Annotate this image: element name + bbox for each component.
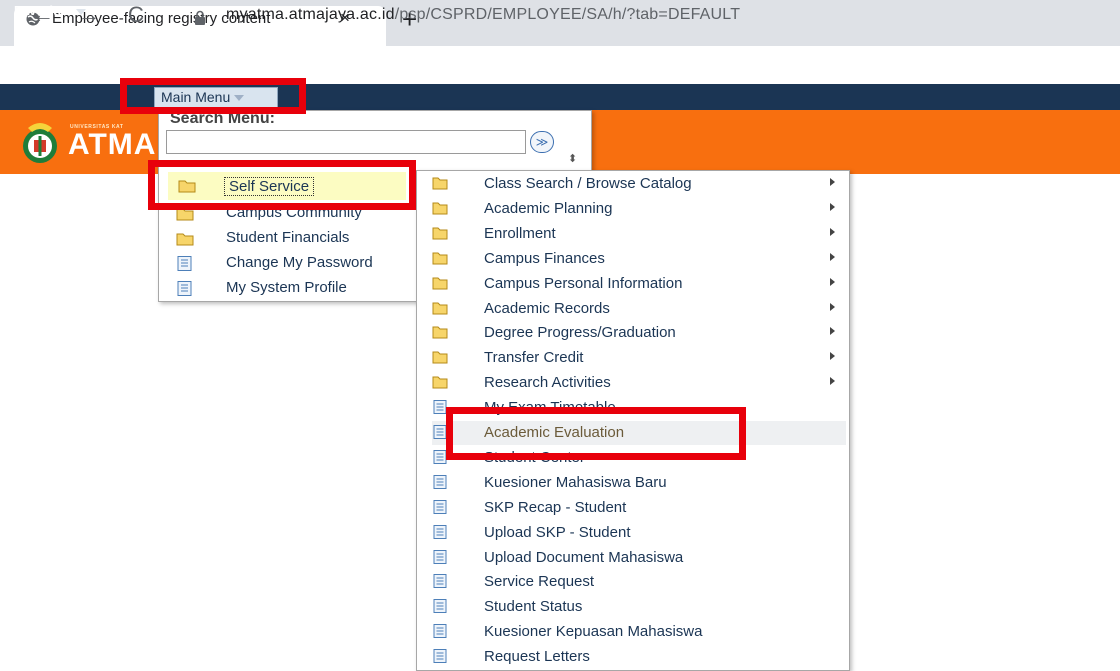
- submenu-item-kuesioner-mahasiswa-baru[interactable]: Kuesioner Mahasiswa Baru: [432, 471, 846, 495]
- search-menu-input[interactable]: [166, 130, 526, 154]
- chevron-down-icon: [75, 8, 86, 15]
- annotation-box-self-service: [148, 160, 416, 210]
- document-icon: [177, 281, 192, 296]
- submenu-item-label: Service Request: [484, 573, 595, 591]
- submenu-item-label: Kuesioner Kepuasan Mahasiswa: [484, 623, 703, 641]
- document-icon: [177, 256, 192, 271]
- submenu-item-class-search-browse-catalog[interactable]: Class Search / Browse Catalog: [432, 172, 846, 196]
- submenu-item-student-status[interactable]: Student Status: [432, 595, 846, 619]
- submenu-item-upload-document-mahasiswa[interactable]: Upload Document Mahasiswa: [432, 546, 846, 570]
- menu-item-change-password[interactable]: Change My Password: [176, 252, 406, 274]
- folder-icon: [432, 227, 448, 240]
- menu-item-label: Change My Password: [226, 254, 373, 271]
- submenu-item-label: Class Search / Browse Catalog: [484, 175, 692, 192]
- annotation-box-main-menu: [120, 78, 306, 114]
- chevron-right-icon: [830, 302, 835, 311]
- submenu-item-research-activities[interactable]: Research Activities: [432, 371, 846, 395]
- folder-icon: [432, 202, 448, 215]
- chevron-right-icon: [830, 252, 835, 261]
- folder-icon: [432, 351, 448, 364]
- menu-item-system-profile[interactable]: My System Profile: [176, 277, 406, 299]
- document-icon: [433, 474, 447, 489]
- submenu-item-academic-planning[interactable]: Academic Planning: [432, 197, 846, 221]
- address-bar[interactable]: myatma.atmajaya.ac.id/psp/CSPRD/EMPLOYEE…: [226, 6, 740, 24]
- submenu-item-degree-progress-graduation[interactable]: Degree Progress/Graduation: [432, 321, 846, 345]
- folder-icon: [432, 177, 448, 190]
- chevron-right-icon: [830, 227, 835, 236]
- submenu-item-label: Request Letters: [484, 648, 590, 666]
- document-icon: [433, 599, 447, 614]
- submenu-item-label: Upload Document Mahasiswa: [484, 548, 684, 566]
- url-host: myatma.atmajaya.ac.id: [226, 6, 395, 23]
- submenu-item-label: Enrollment: [484, 224, 556, 242]
- chevron-right-icon: [830, 352, 835, 361]
- lock-icon: [195, 10, 205, 25]
- submenu-item-label: Student Status: [484, 598, 583, 616]
- document-icon: [433, 524, 447, 539]
- sort-icon[interactable]: ⬍: [568, 152, 577, 165]
- submenu-item-label: Academic Planning: [484, 199, 613, 217]
- submenu-item-label: Campus Personal Information: [484, 274, 683, 292]
- annotation-box-academic-evaluation: [446, 407, 746, 460]
- submenu-item-label: SKP Recap - Student: [484, 498, 627, 516]
- submenu-item-transfer-credit[interactable]: Transfer Credit: [432, 346, 846, 370]
- submenu-item-enrollment[interactable]: Enrollment: [432, 222, 846, 246]
- document-icon: [433, 649, 447, 664]
- submenu-item-label: Kuesioner Mahasiswa Baru: [484, 473, 667, 491]
- submenu-item-campus-finances[interactable]: Campus Finances: [432, 247, 846, 271]
- submenu-item-request-letters[interactable]: Request Letters: [432, 645, 846, 669]
- chevron-right-icon: [830, 178, 835, 186]
- document-icon: [433, 499, 447, 514]
- menu-item-label: My System Profile: [226, 279, 347, 296]
- logo-text: ATMA: [68, 128, 157, 161]
- submenu-item-skp-recap-student[interactable]: SKP Recap - Student: [432, 496, 846, 520]
- submenu-item-kuesioner-kepuasan-mahasiswa[interactable]: Kuesioner Kepuasan Mahasiswa: [432, 620, 846, 644]
- submenu-item-label: Transfer Credit: [484, 349, 584, 367]
- chevron-right-icon: [830, 327, 835, 336]
- chevron-right-icon: [830, 277, 835, 286]
- submenu-item-service-request[interactable]: Service Request: [432, 570, 846, 594]
- submenu-item-label: Academic Records: [484, 299, 610, 317]
- chevron-right-icon: [830, 202, 835, 211]
- menu-item-label: Student Financials: [226, 229, 350, 246]
- folder-icon: [432, 277, 448, 290]
- submenu-item-campus-personal-information[interactable]: Campus Personal Information: [432, 272, 846, 296]
- favorites-menu[interactable]: Favorites: [14, 3, 86, 18]
- submenu-item-upload-skp-student[interactable]: Upload SKP - Student: [432, 521, 846, 545]
- submenu-item-label: Research Activities: [484, 374, 611, 392]
- search-go-button[interactable]: ≫: [530, 131, 554, 153]
- chevron-right-icon: [830, 377, 835, 386]
- folder-icon: [432, 376, 448, 389]
- submenu-item-academic-records[interactable]: Academic Records: [432, 297, 846, 321]
- folder-icon: [432, 252, 448, 265]
- menu-item-student-financials[interactable]: Student Financials: [176, 227, 406, 249]
- folder-icon: [176, 233, 194, 246]
- document-icon: [433, 624, 447, 639]
- submenu-item-label: Degree Progress/Graduation: [484, 324, 676, 342]
- document-icon: [433, 574, 447, 589]
- folder-icon: [432, 302, 448, 314]
- favorites-label: Favorites: [14, 3, 72, 18]
- submenu-item-label: Upload SKP - Student: [484, 523, 631, 541]
- reload-button[interactable]: C: [128, 2, 144, 28]
- folder-icon: [432, 326, 448, 339]
- document-icon: [433, 549, 447, 564]
- submenu-item-label: Campus Finances: [484, 249, 605, 267]
- url-path: /psp/CSPRD/EMPLOYEE/SA/h/?tab=DEFAULT: [394, 6, 741, 23]
